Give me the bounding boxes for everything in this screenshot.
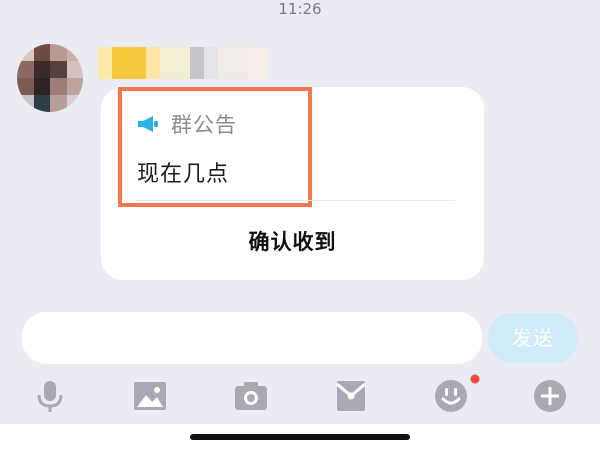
avatar-pixel xyxy=(50,78,67,95)
confirm-received-button[interactable]: 确认收到 xyxy=(101,214,484,270)
name-pixel xyxy=(190,47,204,79)
avatar-pixel xyxy=(17,78,34,95)
name-pixel xyxy=(146,47,160,79)
avatar[interactable] xyxy=(17,44,83,112)
name-pixel xyxy=(130,47,146,79)
avatar-pixel xyxy=(66,78,83,95)
red-packet-icon[interactable] xyxy=(333,378,369,414)
card-divider xyxy=(135,200,455,201)
sender-name xyxy=(98,47,268,79)
avatar-pixel xyxy=(66,61,83,78)
name-pixel xyxy=(112,47,130,79)
avatar-pixel xyxy=(66,95,83,112)
camera-icon[interactable] xyxy=(233,378,269,414)
avatar-pixel xyxy=(66,44,83,61)
input-toolbar xyxy=(0,372,600,422)
chat-screen: 11:26 群公告 现在几点 确认收到 发送 xyxy=(0,0,600,450)
image-icon[interactable] xyxy=(132,378,168,414)
home-indicator[interactable] xyxy=(190,434,410,440)
name-pixel xyxy=(218,47,248,79)
message-input[interactable] xyxy=(22,312,482,364)
name-pixel xyxy=(98,47,112,79)
avatar-pixel xyxy=(50,95,67,112)
avatar-pixel xyxy=(33,78,50,95)
plus-icon[interactable] xyxy=(532,378,568,414)
name-pixel xyxy=(204,47,218,79)
avatar-pixel xyxy=(50,44,67,61)
send-button[interactable]: 发送 xyxy=(488,313,578,363)
microphone-icon[interactable] xyxy=(32,378,68,414)
avatar-pixel xyxy=(17,95,34,112)
avatar-pixel xyxy=(33,44,50,61)
name-pixel xyxy=(248,47,268,79)
highlight-box xyxy=(118,87,312,207)
notification-dot xyxy=(470,374,480,384)
avatar-pixel xyxy=(17,44,34,61)
name-pixel xyxy=(160,47,190,79)
status-time: 11:26 xyxy=(278,0,322,18)
avatar-pixel xyxy=(50,61,67,78)
avatar-pixel xyxy=(33,95,50,112)
avatar-pixel xyxy=(33,61,50,78)
avatar-pixel xyxy=(17,61,34,78)
emoji-icon[interactable] xyxy=(433,378,469,414)
